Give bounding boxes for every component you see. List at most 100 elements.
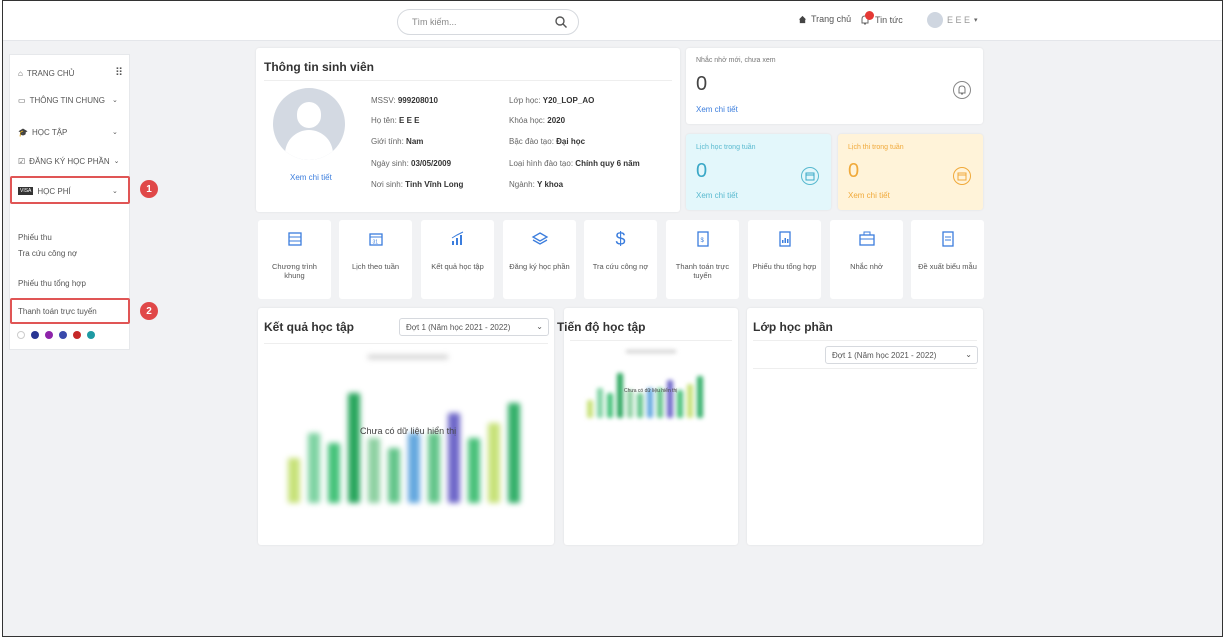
theme-color-picker — [17, 331, 95, 339]
quick-action-label: Tra cứu công nợ — [592, 262, 649, 271]
nav-news-label: Tin tức — [875, 15, 903, 25]
results-no-data: Chưa có dữ liệu hiển thị — [360, 426, 457, 436]
student-info-card: Thông tin sinh viên Xem chi tiết MSSV: 9… — [256, 48, 680, 212]
schedule-count: 0 — [696, 160, 708, 182]
progress-no-data: Chưa có dữ liệu hiển thị — [624, 388, 678, 394]
annotation-step-2: 2 — [140, 302, 158, 320]
quick-action-receipt-summary[interactable]: Phiếu thu tổng hợp — [748, 220, 821, 299]
calendar-icon — [801, 167, 819, 185]
quick-action-results[interactable]: Kết quả học tập — [421, 220, 494, 299]
caret-down-icon: ▾ — [974, 17, 978, 24]
monitor-icon: ▭ — [18, 95, 26, 105]
major-field: Ngành: Y khoa — [509, 180, 564, 189]
schedule-card: Lịch học trong tuần 0 Xem chi tiết — [686, 134, 831, 210]
user-menu[interactable]: E E E ▾ — [927, 12, 978, 28]
sidebar-subitem-debt-lookup[interactable]: Tra cứu công nợ — [18, 249, 77, 258]
quick-action-label: Kết quả học tập — [431, 262, 484, 271]
results-card: Kết quả học tập Đợt 1 (Năm học 2021 - 20… — [258, 308, 554, 545]
progress-card: Tiến độ học tập Chưa có dữ liệu hiển thị — [557, 308, 738, 545]
invoice-icon: $ — [696, 231, 709, 247]
calendar-icon — [953, 167, 971, 185]
sidebar-item-study[interactable]: 🎓 HỌC TẬP ⌄ — [10, 119, 131, 145]
app-frame: Tìm kiếm... Trang chủ Tin tức E E E ▾ ⌂ … — [2, 0, 1223, 637]
bar-chart-icon — [451, 231, 463, 245]
theme-swatch[interactable] — [31, 331, 39, 339]
dob-field: Ngày sinh: 03/05/2009 — [371, 159, 452, 168]
exam-title: Lịch thi trong tuần — [848, 144, 904, 151]
classes-title: Lớp học phần — [753, 320, 833, 334]
home-icon: ⌂ — [18, 68, 23, 78]
sidebar-subitem-receipt[interactable]: Phiếu thu — [18, 233, 52, 242]
sidebar-item-label: ĐĂNG KÝ HỌC PHẦN — [29, 156, 110, 166]
document-icon — [941, 231, 954, 247]
results-term-select[interactable]: Đợt 1 (Năm học 2021 - 2022) ⌄ — [399, 318, 549, 336]
classes-card: Lớp học phần Đợt 1 (Năm học 2021 - 2022)… — [747, 308, 983, 545]
quick-action-label: Chương trình khung — [272, 262, 317, 280]
chevron-down-icon: ⌄ — [111, 97, 118, 104]
nav-news[interactable]: Tin tức — [859, 11, 903, 26]
chevron-down-icon: ⌄ — [112, 129, 118, 136]
schedule-view-detail-link[interactable]: Xem chi tiết — [696, 191, 738, 200]
bell-icon — [953, 81, 971, 99]
nav-home[interactable]: Trang chủ — [798, 14, 851, 24]
gender-field: Giới tính: Nam — [371, 137, 424, 146]
student-view-detail-link[interactable]: Xem chi tiết — [290, 173, 332, 182]
exam-view-detail-link[interactable]: Xem chi tiết — [848, 191, 890, 200]
name-field: Họ tên: E E E — [371, 116, 420, 125]
reminders-title: Nhắc nhở mới, chưa xem — [696, 57, 776, 64]
user-avatar — [927, 12, 943, 28]
chevron-down-icon: ⌄ — [536, 322, 543, 331]
sidebar-item-label: TRANG CHỦ — [26, 68, 75, 78]
layers-icon — [531, 232, 548, 245]
theme-swatch[interactable] — [59, 331, 67, 339]
student-avatar — [273, 88, 345, 160]
reminders-view-detail-link[interactable]: Xem chi tiết — [696, 105, 738, 114]
theme-swatch[interactable] — [73, 331, 81, 339]
dollar-icon: $ — [615, 229, 626, 249]
results-title: Kết quả học tập — [264, 320, 355, 334]
search-icon[interactable] — [554, 15, 568, 29]
quick-action-curriculum[interactable]: Chương trình khung — [258, 220, 331, 299]
sidebar-item-general-info[interactable]: ▭ THÔNG TIN CHUNG ⌄ — [10, 87, 131, 113]
quick-action-weekly-schedule[interactable]: 31 Lịch theo tuần — [339, 220, 412, 299]
sidebar-item-label: THÔNG TIN CHUNG — [29, 95, 105, 105]
svg-text:$: $ — [700, 238, 704, 244]
theme-swatch[interactable] — [45, 331, 53, 339]
bell-icon — [859, 11, 874, 26]
quick-action-form-proposal[interactable]: Đề xuất biểu mẫu — [911, 220, 984, 299]
highlight-online-payment — [10, 298, 130, 324]
sidebar-subitem-receipt-summary[interactable]: Phiếu thu tổng hợp — [18, 279, 86, 288]
theme-swatch[interactable] — [87, 331, 95, 339]
student-info-title: Thông tin sinh viên — [264, 60, 374, 74]
svg-text:31: 31 — [372, 240, 378, 246]
classes-term-select[interactable]: Đợt 1 (Năm học 2021 - 2022) ⌄ — [825, 346, 978, 364]
top-bar: Tìm kiếm... Trang chủ Tin tức E E E ▾ — [3, 1, 1222, 41]
highlight-tuition — [10, 176, 130, 204]
search-input[interactable]: Tìm kiếm... — [412, 17, 457, 27]
quick-action-reminders[interactable]: Nhắc nhở — [830, 220, 903, 299]
sidebar-item-home[interactable]: ⌂ TRANG CHỦ ⠿ — [10, 60, 131, 86]
quick-action-label: Nhắc nhở — [850, 262, 883, 271]
class-field: Lớp học: Y20_LOP_AO — [509, 96, 595, 105]
sidebar-item-course-registration[interactable]: ☑ ĐĂNG KÝ HỌC PHẦN ⌄ — [10, 148, 131, 174]
search-box[interactable]: Tìm kiếm... — [397, 9, 579, 35]
graduation-cap-icon: 🎓 — [18, 127, 28, 137]
quick-action-label: Thanh toán trực tuyến — [675, 262, 730, 280]
progress-title: Tiến độ học tập — [557, 320, 646, 334]
reminders-count: 0 — [696, 73, 708, 95]
exam-count: 0 — [848, 160, 860, 182]
quick-action-online-payment[interactable]: $ Thanh toán trực tuyến — [666, 220, 739, 299]
quick-action-label: Phiếu thu tổng hợp — [752, 262, 817, 271]
report-icon — [778, 231, 791, 247]
schedule-title: Lịch học trong tuần — [696, 144, 756, 151]
sidebar-item-label: HỌC TẬP — [31, 127, 68, 137]
theme-swatch[interactable] — [17, 331, 25, 339]
quick-action-label: Đăng ký học phần — [509, 262, 570, 271]
briefcase-icon — [858, 231, 875, 246]
quick-action-course-registration[interactable]: Đăng ký học phần — [503, 220, 576, 299]
exam-card: Lịch thi trong tuần 0 Xem chi tiết — [838, 134, 983, 210]
pob-field: Nơi sinh: Tỉnh Vĩnh Long — [371, 180, 464, 189]
reminders-card: Nhắc nhở mới, chưa xem 0 Xem chi tiết — [686, 48, 983, 124]
quick-action-debt-lookup[interactable]: $ Tra cứu công nợ — [584, 220, 657, 299]
grid-icon[interactable]: ⠿ — [115, 66, 123, 79]
